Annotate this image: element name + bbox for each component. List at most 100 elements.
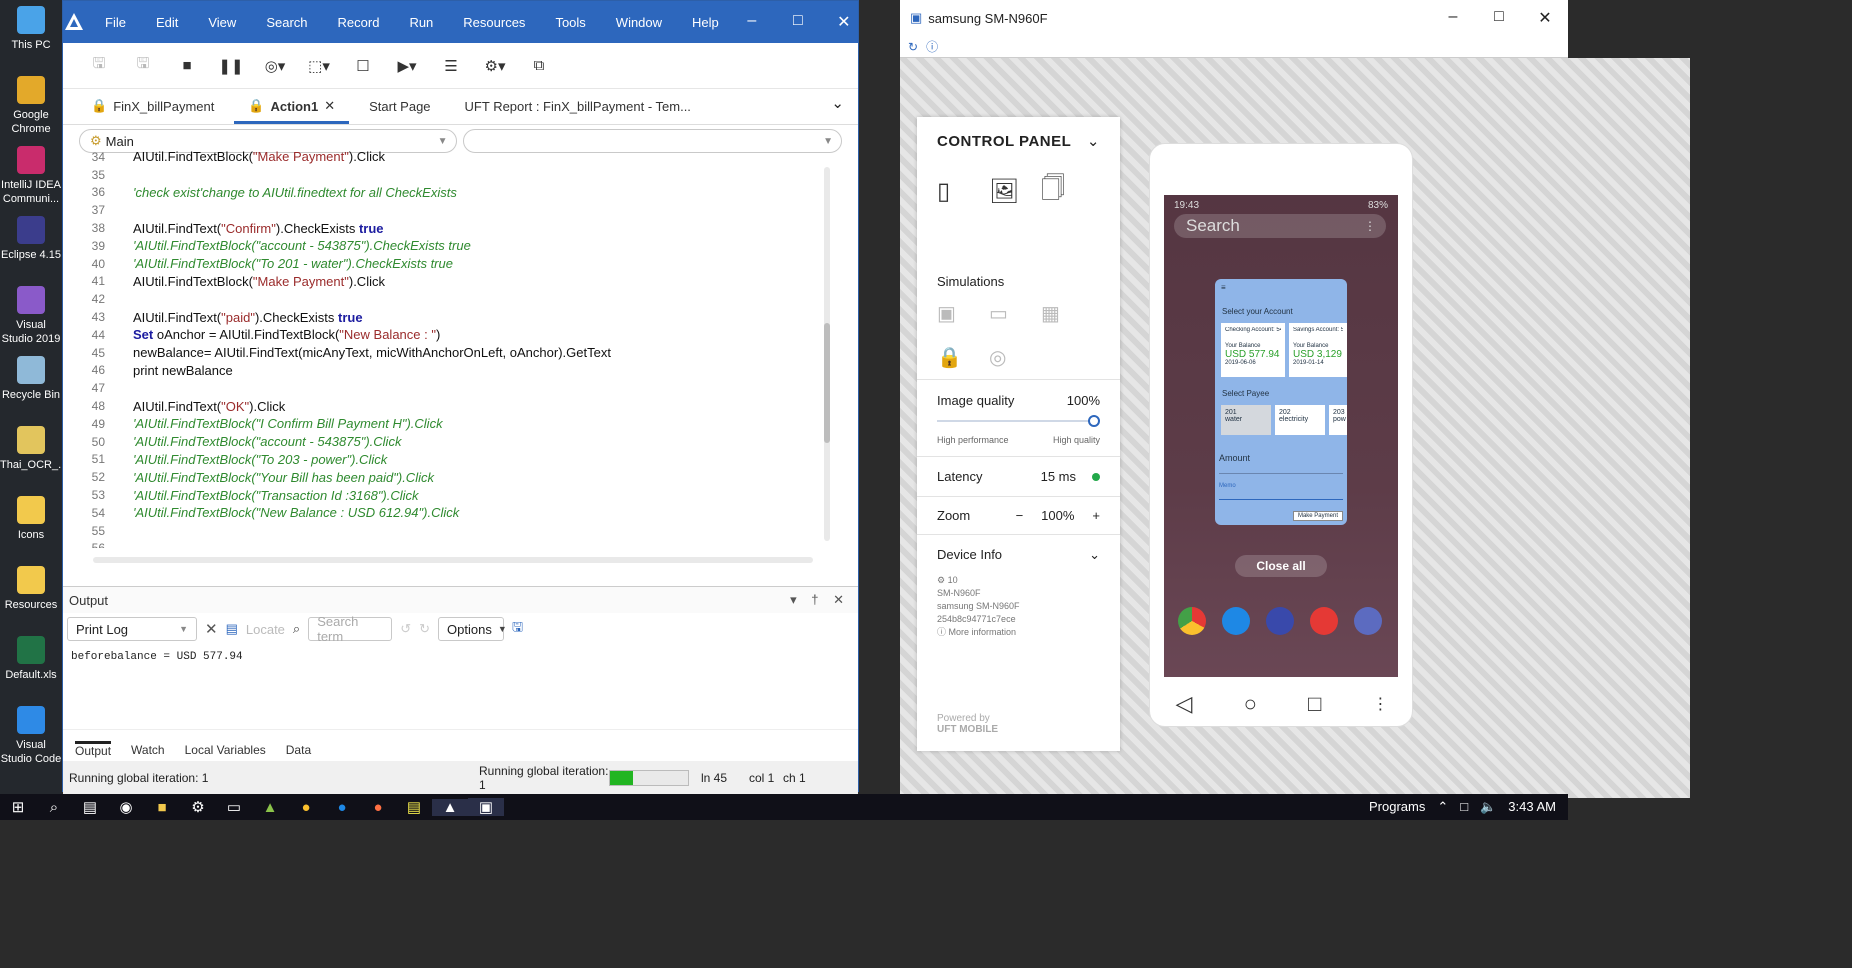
desktop-icon[interactable]: Thai_OCR_... — [0, 426, 67, 472]
editor-vertical-scrollbar[interactable] — [824, 167, 830, 541]
task-view-icon[interactable]: ▤ — [72, 798, 108, 816]
home-icon[interactable]: ○ — [1244, 691, 1257, 717]
rotate-device-icon[interactable]: ▯ — [937, 177, 989, 206]
windows-start-icon[interactable]: ⊞ — [0, 798, 36, 816]
desktop-icon[interactable]: IntelliJ IDEA Communi... — [0, 146, 62, 206]
camera-icon[interactable]: ▣ — [937, 301, 989, 326]
code-line[interactable]: 39 'AIUtil.FindTextBlock("account - 54387… — [79, 237, 819, 255]
close-tab-icon[interactable]: ✕ — [324, 98, 335, 114]
pause-icon[interactable]: ❚❚ — [209, 57, 253, 75]
code-line[interactable]: 42 — [79, 290, 819, 308]
payee-202[interactable]: 202 electricity — [1275, 405, 1325, 435]
record-mode-icon[interactable]: ◎▾ — [253, 57, 297, 75]
tab-action1[interactable]: 🔒 Action1 ✕ — [234, 98, 350, 124]
save-log-icon[interactable]: 🖫 — [512, 618, 523, 640]
save-all-icon[interactable]: 🖫 — [121, 53, 165, 78]
menu-item-view[interactable]: View — [188, 15, 246, 30]
payee-203[interactable]: 203 pow — [1329, 405, 1347, 435]
close-icon[interactable]: ✕ — [821, 12, 867, 32]
menu-item-edit[interactable]: Edit — [136, 15, 188, 30]
stop-icon[interactable]: ■ — [165, 57, 209, 74]
previous-icon[interactable]: ↺ — [400, 621, 411, 637]
device-taskbar-icon[interactable]: ▣ — [468, 798, 504, 816]
more-icon[interactable]: ⋮ — [1364, 219, 1376, 233]
panel-controls[interactable]: ▾ † ✕ — [790, 592, 858, 608]
chevron-down-icon[interactable]: ⌄ — [831, 94, 844, 112]
account-card-savings[interactable]: Savings Account: 54... Your Balance USD … — [1289, 323, 1347, 377]
code-line[interactable]: 45 newBalance= AIUtil.FindText(micAnyText… — [79, 344, 819, 362]
account-card-checking[interactable]: Checking Account: 543875 Your Balance US… — [1221, 323, 1285, 377]
screen-icon[interactable]: ⧉ — [517, 57, 561, 74]
editor-horizontal-scrollbar[interactable] — [93, 557, 813, 563]
control-panel-header[interactable]: CONTROL PANEL ⌄ — [917, 117, 1120, 165]
code-line[interactable]: 55 — [79, 522, 819, 540]
save-icon[interactable]: 🖫 — [77, 53, 121, 78]
settings-icon[interactable]: ⚙ — [180, 798, 216, 816]
archive-icon[interactable]: ☐ — [341, 57, 385, 75]
search-icon[interactable]: ⌕ — [36, 799, 72, 816]
menu-item-record[interactable]: Record — [318, 15, 390, 30]
code-line[interactable]: 54 'AIUtil.FindTextBlock("New Balance : U… — [79, 504, 819, 522]
search-icon[interactable]: ⌕ — [293, 621, 300, 637]
maximize-icon[interactable]: □ — [775, 12, 821, 32]
code-line[interactable]: 51 'AIUtil.FindTextBlock("To 203 - power"… — [79, 451, 819, 469]
amount-field[interactable]: Amount — [1219, 453, 1343, 474]
code-line[interactable]: 52 'AIUtil.FindTextBlock("Your Bill has b… — [79, 468, 819, 486]
volume-icon[interactable]: 🔈 — [1480, 799, 1496, 815]
menu-item-tools[interactable]: Tools — [535, 15, 595, 30]
code-line[interactable]: 46 print newBalance — [79, 362, 819, 380]
log-type-select[interactable]: Print Log ▼ — [67, 617, 197, 641]
calendar-app-icon[interactable] — [1310, 607, 1338, 635]
uft-taskbar-icon[interactable]: ▲ — [432, 798, 468, 816]
clear-icon[interactable]: ✕ — [205, 620, 218, 638]
menu-item-help[interactable]: Help — [672, 15, 729, 30]
desktop-icon[interactable]: Visual Studio Code — [0, 706, 62, 766]
code-line[interactable]: 48 AIUtil.FindText("OK").Click — [79, 397, 819, 415]
code-line[interactable]: 37 — [79, 201, 819, 219]
object-spy-icon[interactable]: ⬚▾ — [297, 57, 341, 75]
file-explorer-icon[interactable]: ■ — [144, 799, 180, 816]
slider-knob[interactable] — [1088, 415, 1100, 427]
reminder-app-icon[interactable] — [1354, 607, 1382, 635]
terminal-icon[interactable]: ▭ — [216, 798, 252, 816]
recents-icon[interactable]: □ — [1308, 691, 1321, 717]
desktop-icon[interactable]: Default.xls — [0, 636, 62, 682]
app-green-icon[interactable]: ▲ — [252, 799, 288, 816]
desktop-icon[interactable]: Recycle Bin — [0, 356, 62, 402]
code-line[interactable]: 40 'AIUtil.FindTextBlock("To 201 - water"… — [79, 255, 819, 273]
output-tab-data[interactable]: Data — [286, 743, 311, 757]
phone-screen[interactable]: 19:43 83% Search ⋮ ≡ Select your Account… — [1164, 195, 1398, 677]
screenshot-icon[interactable]: 🖼 — [989, 177, 1041, 206]
gallery-app-icon[interactable] — [1178, 607, 1206, 635]
copy-icon[interactable]: ▤ — [226, 621, 238, 637]
back-icon[interactable]: ◁ — [1176, 691, 1193, 717]
maximize-icon[interactable]: □ — [1476, 8, 1522, 28]
scrollbar-thumb[interactable] — [824, 323, 830, 443]
menu-item-run[interactable]: Run — [389, 15, 443, 30]
desktop-icon[interactable]: Eclipse 4.15 — [0, 216, 62, 262]
code-line[interactable]: 53 'AIUtil.FindTextBlock("Transaction Id … — [79, 486, 819, 504]
code-line[interactable]: 36 'check exist'change to AIUtil.finedtex… — [79, 184, 819, 202]
location-icon[interactable]: ◎ — [989, 345, 1041, 370]
qr-code-icon[interactable]: ▦ — [1041, 301, 1093, 326]
search-input[interactable]: Search term — [308, 614, 393, 644]
clock[interactable]: 3:43 AM — [1508, 799, 1556, 815]
settings-app-icon[interactable] — [1222, 607, 1250, 635]
memo-field[interactable]: Memo — [1219, 483, 1343, 500]
minimize-icon[interactable]: – — [1430, 8, 1476, 28]
code-line[interactable]: 50 'AIUtil.FindTextBlock("account - 54387… — [79, 433, 819, 451]
notepad-icon[interactable]: ▤ — [396, 798, 432, 816]
desktop-icon[interactable]: Resources — [0, 566, 62, 612]
next-icon[interactable]: ↻ — [419, 621, 430, 637]
close-icon[interactable]: ✕ — [1522, 8, 1568, 28]
close-all-button[interactable]: Close all — [1235, 555, 1327, 577]
more-information-link[interactable]: ⓘ More information — [937, 626, 1100, 639]
minimize-icon[interactable]: – — [729, 12, 775, 32]
tab-start-page[interactable]: Start Page — [355, 99, 444, 124]
camera-app-icon[interactable] — [1266, 607, 1294, 635]
device-info-row[interactable]: Device Info ⌄ — [917, 534, 1120, 574]
code-line[interactable]: 35 — [79, 166, 819, 184]
locate-button[interactable]: Locate — [246, 622, 285, 637]
run-step-icon[interactable]: ▶▾ — [385, 57, 429, 75]
video-icon[interactable]: ▭ — [989, 301, 1041, 326]
